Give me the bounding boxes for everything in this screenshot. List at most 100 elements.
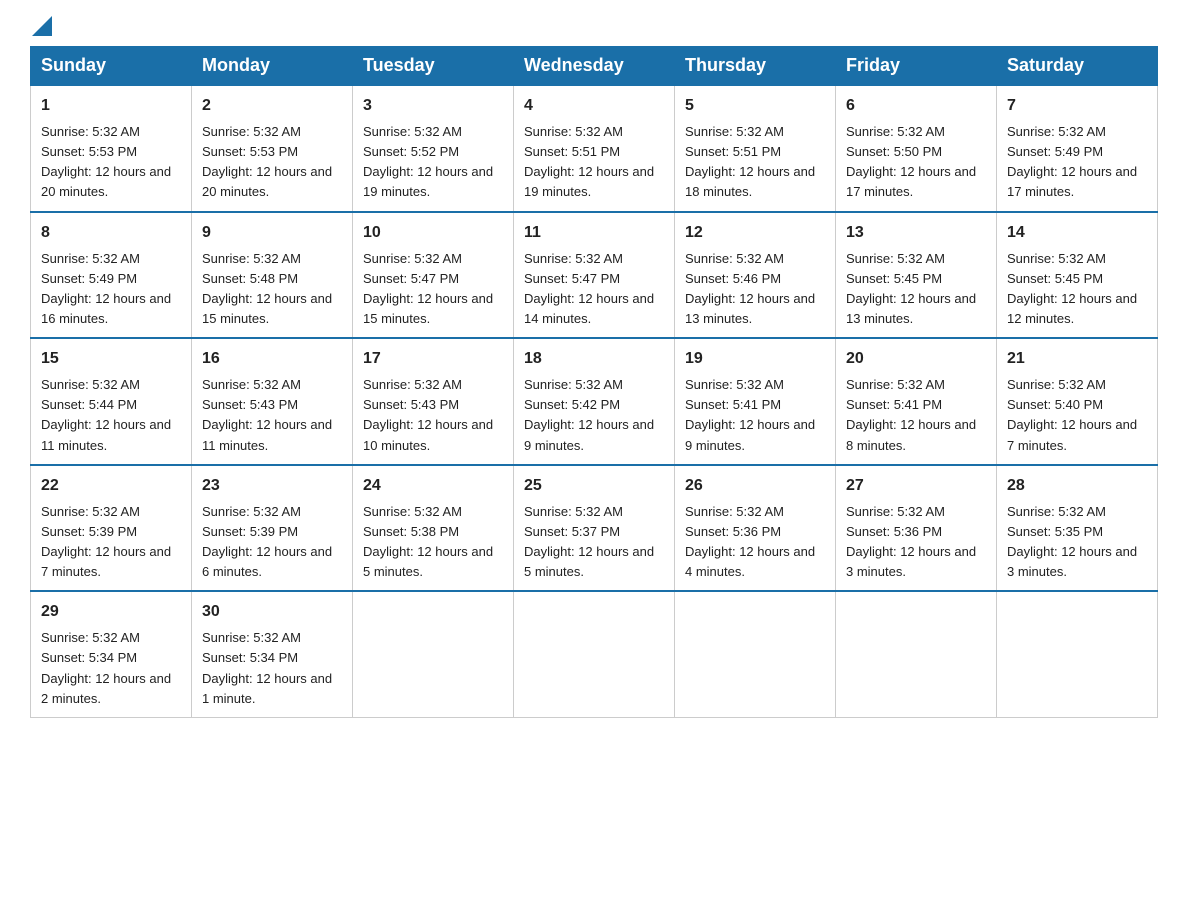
day-number: 28 xyxy=(1007,474,1147,498)
cell-info: Sunrise: 5:32 AMSunset: 5:39 PMDaylight:… xyxy=(41,504,171,579)
day-number: 25 xyxy=(524,474,664,498)
day-number: 11 xyxy=(524,221,664,245)
calendar-cell xyxy=(836,591,997,717)
logo xyxy=(30,20,52,36)
weekday-header-friday: Friday xyxy=(836,47,997,86)
day-number: 15 xyxy=(41,347,181,371)
weekday-header-wednesday: Wednesday xyxy=(514,47,675,86)
cell-info: Sunrise: 5:32 AMSunset: 5:35 PMDaylight:… xyxy=(1007,504,1137,579)
cell-info: Sunrise: 5:32 AMSunset: 5:40 PMDaylight:… xyxy=(1007,377,1137,452)
calendar-cell: 12 Sunrise: 5:32 AMSunset: 5:46 PMDaylig… xyxy=(675,212,836,339)
day-number: 24 xyxy=(363,474,503,498)
day-number: 18 xyxy=(524,347,664,371)
calendar-cell: 11 Sunrise: 5:32 AMSunset: 5:47 PMDaylig… xyxy=(514,212,675,339)
cell-info: Sunrise: 5:32 AMSunset: 5:45 PMDaylight:… xyxy=(846,251,976,326)
calendar-cell: 1 Sunrise: 5:32 AMSunset: 5:53 PMDayligh… xyxy=(31,85,192,212)
calendar-cell: 7 Sunrise: 5:32 AMSunset: 5:49 PMDayligh… xyxy=(997,85,1158,212)
calendar-cell: 18 Sunrise: 5:32 AMSunset: 5:42 PMDaylig… xyxy=(514,338,675,465)
calendar-cell: 21 Sunrise: 5:32 AMSunset: 5:40 PMDaylig… xyxy=(997,338,1158,465)
cell-info: Sunrise: 5:32 AMSunset: 5:52 PMDaylight:… xyxy=(363,124,493,199)
cell-info: Sunrise: 5:32 AMSunset: 5:43 PMDaylight:… xyxy=(202,377,332,452)
calendar-cell xyxy=(675,591,836,717)
day-number: 14 xyxy=(1007,221,1147,245)
calendar-cell: 14 Sunrise: 5:32 AMSunset: 5:45 PMDaylig… xyxy=(997,212,1158,339)
calendar-week-row: 29 Sunrise: 5:32 AMSunset: 5:34 PMDaylig… xyxy=(31,591,1158,717)
cell-info: Sunrise: 5:32 AMSunset: 5:36 PMDaylight:… xyxy=(846,504,976,579)
calendar-cell: 9 Sunrise: 5:32 AMSunset: 5:48 PMDayligh… xyxy=(192,212,353,339)
day-number: 19 xyxy=(685,347,825,371)
day-number: 4 xyxy=(524,94,664,118)
cell-info: Sunrise: 5:32 AMSunset: 5:47 PMDaylight:… xyxy=(524,251,654,326)
day-number: 6 xyxy=(846,94,986,118)
cell-info: Sunrise: 5:32 AMSunset: 5:41 PMDaylight:… xyxy=(846,377,976,452)
day-number: 10 xyxy=(363,221,503,245)
cell-info: Sunrise: 5:32 AMSunset: 5:34 PMDaylight:… xyxy=(202,630,332,705)
calendar-header-row: SundayMondayTuesdayWednesdayThursdayFrid… xyxy=(31,47,1158,86)
calendar-cell: 28 Sunrise: 5:32 AMSunset: 5:35 PMDaylig… xyxy=(997,465,1158,592)
weekday-header-tuesday: Tuesday xyxy=(353,47,514,86)
calendar-cell: 29 Sunrise: 5:32 AMSunset: 5:34 PMDaylig… xyxy=(31,591,192,717)
calendar-cell: 6 Sunrise: 5:32 AMSunset: 5:50 PMDayligh… xyxy=(836,85,997,212)
page-header xyxy=(30,20,1158,36)
day-number: 27 xyxy=(846,474,986,498)
calendar-cell: 20 Sunrise: 5:32 AMSunset: 5:41 PMDaylig… xyxy=(836,338,997,465)
day-number: 5 xyxy=(685,94,825,118)
calendar-cell: 24 Sunrise: 5:32 AMSunset: 5:38 PMDaylig… xyxy=(353,465,514,592)
calendar-cell: 30 Sunrise: 5:32 AMSunset: 5:34 PMDaylig… xyxy=(192,591,353,717)
calendar-cell: 10 Sunrise: 5:32 AMSunset: 5:47 PMDaylig… xyxy=(353,212,514,339)
cell-info: Sunrise: 5:32 AMSunset: 5:53 PMDaylight:… xyxy=(202,124,332,199)
weekday-header-monday: Monday xyxy=(192,47,353,86)
day-number: 29 xyxy=(41,600,181,624)
weekday-header-thursday: Thursday xyxy=(675,47,836,86)
calendar-cell: 17 Sunrise: 5:32 AMSunset: 5:43 PMDaylig… xyxy=(353,338,514,465)
calendar-table: SundayMondayTuesdayWednesdayThursdayFrid… xyxy=(30,46,1158,718)
cell-info: Sunrise: 5:32 AMSunset: 5:37 PMDaylight:… xyxy=(524,504,654,579)
day-number: 21 xyxy=(1007,347,1147,371)
calendar-cell: 27 Sunrise: 5:32 AMSunset: 5:36 PMDaylig… xyxy=(836,465,997,592)
calendar-cell: 2 Sunrise: 5:32 AMSunset: 5:53 PMDayligh… xyxy=(192,85,353,212)
day-number: 12 xyxy=(685,221,825,245)
logo-triangle-icon xyxy=(32,16,52,36)
day-number: 22 xyxy=(41,474,181,498)
day-number: 3 xyxy=(363,94,503,118)
day-number: 17 xyxy=(363,347,503,371)
cell-info: Sunrise: 5:32 AMSunset: 5:48 PMDaylight:… xyxy=(202,251,332,326)
calendar-week-row: 15 Sunrise: 5:32 AMSunset: 5:44 PMDaylig… xyxy=(31,338,1158,465)
cell-info: Sunrise: 5:32 AMSunset: 5:44 PMDaylight:… xyxy=(41,377,171,452)
weekday-header-sunday: Sunday xyxy=(31,47,192,86)
calendar-cell: 4 Sunrise: 5:32 AMSunset: 5:51 PMDayligh… xyxy=(514,85,675,212)
calendar-cell xyxy=(353,591,514,717)
cell-info: Sunrise: 5:32 AMSunset: 5:36 PMDaylight:… xyxy=(685,504,815,579)
day-number: 7 xyxy=(1007,94,1147,118)
cell-info: Sunrise: 5:32 AMSunset: 5:34 PMDaylight:… xyxy=(41,630,171,705)
day-number: 23 xyxy=(202,474,342,498)
calendar-cell: 26 Sunrise: 5:32 AMSunset: 5:36 PMDaylig… xyxy=(675,465,836,592)
calendar-cell: 8 Sunrise: 5:32 AMSunset: 5:49 PMDayligh… xyxy=(31,212,192,339)
cell-info: Sunrise: 5:32 AMSunset: 5:51 PMDaylight:… xyxy=(524,124,654,199)
day-number: 20 xyxy=(846,347,986,371)
cell-info: Sunrise: 5:32 AMSunset: 5:42 PMDaylight:… xyxy=(524,377,654,452)
calendar-cell: 3 Sunrise: 5:32 AMSunset: 5:52 PMDayligh… xyxy=(353,85,514,212)
cell-info: Sunrise: 5:32 AMSunset: 5:53 PMDaylight:… xyxy=(41,124,171,199)
calendar-cell: 23 Sunrise: 5:32 AMSunset: 5:39 PMDaylig… xyxy=(192,465,353,592)
day-number: 8 xyxy=(41,221,181,245)
calendar-cell xyxy=(997,591,1158,717)
day-number: 1 xyxy=(41,94,181,118)
cell-info: Sunrise: 5:32 AMSunset: 5:49 PMDaylight:… xyxy=(1007,124,1137,199)
cell-info: Sunrise: 5:32 AMSunset: 5:45 PMDaylight:… xyxy=(1007,251,1137,326)
calendar-cell: 19 Sunrise: 5:32 AMSunset: 5:41 PMDaylig… xyxy=(675,338,836,465)
calendar-week-row: 1 Sunrise: 5:32 AMSunset: 5:53 PMDayligh… xyxy=(31,85,1158,212)
calendar-cell: 22 Sunrise: 5:32 AMSunset: 5:39 PMDaylig… xyxy=(31,465,192,592)
cell-info: Sunrise: 5:32 AMSunset: 5:51 PMDaylight:… xyxy=(685,124,815,199)
calendar-cell: 15 Sunrise: 5:32 AMSunset: 5:44 PMDaylig… xyxy=(31,338,192,465)
calendar-cell: 5 Sunrise: 5:32 AMSunset: 5:51 PMDayligh… xyxy=(675,85,836,212)
day-number: 16 xyxy=(202,347,342,371)
calendar-week-row: 22 Sunrise: 5:32 AMSunset: 5:39 PMDaylig… xyxy=(31,465,1158,592)
cell-info: Sunrise: 5:32 AMSunset: 5:41 PMDaylight:… xyxy=(685,377,815,452)
calendar-cell: 25 Sunrise: 5:32 AMSunset: 5:37 PMDaylig… xyxy=(514,465,675,592)
cell-info: Sunrise: 5:32 AMSunset: 5:47 PMDaylight:… xyxy=(363,251,493,326)
weekday-header-saturday: Saturday xyxy=(997,47,1158,86)
day-number: 30 xyxy=(202,600,342,624)
cell-info: Sunrise: 5:32 AMSunset: 5:39 PMDaylight:… xyxy=(202,504,332,579)
calendar-cell: 13 Sunrise: 5:32 AMSunset: 5:45 PMDaylig… xyxy=(836,212,997,339)
